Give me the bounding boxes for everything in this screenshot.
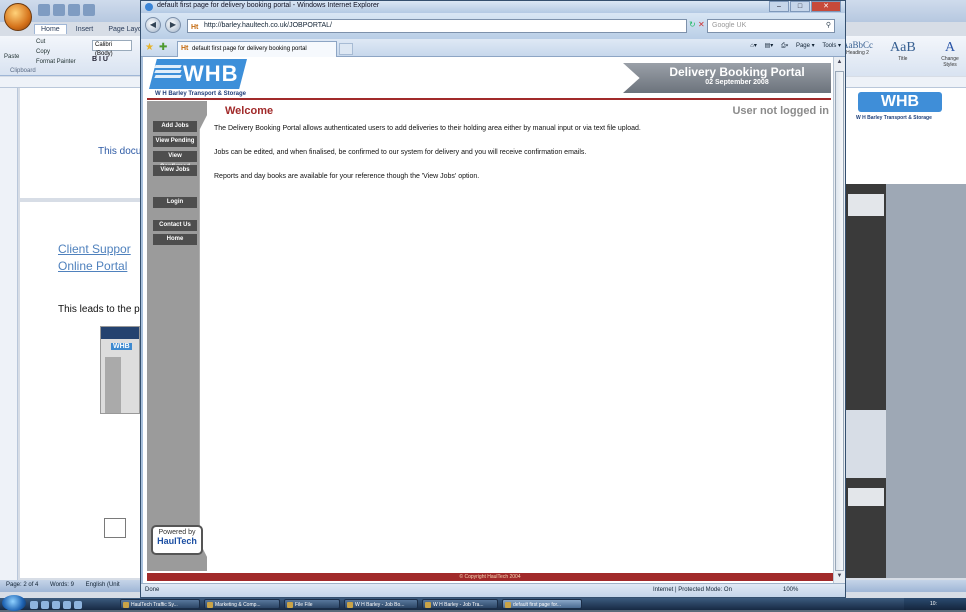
ie-statusbar: Done Internet | Protected Mode: On 100% (141, 583, 845, 597)
quick-launch (30, 600, 85, 612)
site-favicon-icon: Ht (191, 24, 199, 31)
forward-button[interactable]: ▶ (165, 17, 181, 33)
add-jobs-button[interactable]: Add Jobs (153, 121, 197, 132)
security-zone[interactable]: Internet | Protected Mode: On (653, 584, 732, 597)
scroll-thumb[interactable] (835, 71, 844, 571)
page-menu[interactable]: Page ▾ (796, 43, 815, 49)
clipboard-group-label: Clipboard (10, 68, 36, 74)
contact-us-button[interactable]: Contact Us (153, 220, 197, 231)
embedded-screenshot (846, 184, 886, 410)
new-tab-button[interactable] (339, 43, 353, 55)
intro-paragraph: Jobs can be edited, and when finalised, … (214, 149, 587, 156)
command-bar: ⌂▾ ▤▾ ⎙▾ Page ▾ Tools ▾ (744, 42, 841, 50)
intro-paragraph: The Delivery Booking Portal allows authe… (214, 125, 641, 132)
system-tray[interactable]: 10: (904, 598, 966, 610)
page-footer: © Copyright HaulTech 2004 (147, 573, 833, 581)
view-jobs-button[interactable]: View Jobs (153, 165, 197, 176)
tab-row: ★ ✚ Ht default first page for delivery b… (141, 39, 845, 57)
whb-logo: WHB (858, 92, 942, 112)
vertical-ruler (0, 88, 18, 580)
doc-heading-fragment: Client Suppor (58, 242, 131, 256)
view-confirmed-button[interactable]: View Confirmed (153, 151, 197, 170)
view-pending-button[interactable]: View Pending (153, 136, 197, 147)
style-title[interactable]: AaB Title (890, 40, 916, 62)
feeds-icon[interactable]: ▤▾ (765, 43, 774, 49)
taskbar-item[interactable]: W H Barley - Job Bo... (344, 599, 418, 609)
quick-access-toolbar[interactable] (38, 4, 128, 18)
close-button[interactable]: ✕ (811, 1, 841, 12)
language[interactable]: English (Unit (86, 582, 120, 588)
favorites-star-icon[interactable]: ★ (145, 42, 154, 53)
site-favicon-icon: Ht (181, 45, 189, 52)
add-favorites-icon[interactable]: ✚ (159, 42, 167, 53)
doc-background-area (886, 184, 966, 578)
url-text: http://barley.haultech.co.uk/JOBPORTAL/ (204, 22, 333, 29)
intro-paragraph: Reports and day books are available for … (214, 173, 480, 180)
powered-by-badge[interactable]: Powered by HaulTech (151, 525, 203, 555)
taskbar-item[interactable]: Marketing & Comp... (204, 599, 280, 609)
office-button[interactable] (4, 3, 32, 31)
change-styles-button[interactable]: A Change Styles (934, 40, 966, 68)
style-heading2[interactable]: AaBbCc Heading 2 (842, 40, 873, 56)
font-name-select[interactable]: Calibri (Body) (92, 40, 132, 57)
start-button[interactable] (2, 595, 26, 611)
doc-page (20, 88, 140, 198)
format-painter-button[interactable]: Format Painter (36, 59, 76, 65)
page-scrollbar[interactable]: ▲ ▼ (833, 57, 845, 583)
cut-button[interactable]: Cut (36, 39, 45, 45)
page-count[interactable]: Page: 2 of 4 (6, 582, 38, 588)
tab-insert[interactable]: Insert (70, 25, 100, 34)
tools-menu[interactable]: Tools ▾ (822, 43, 841, 49)
minimize-button[interactable]: – (769, 1, 789, 12)
word-count[interactable]: Words: 9 (50, 582, 74, 588)
doc-fragment: This docu (98, 146, 142, 157)
copy-button[interactable]: Copy (36, 49, 50, 55)
back-button[interactable]: ◀ (145, 17, 161, 33)
address-bar[interactable]: Ht http://barley.haultech.co.uk/JOBPORTA… (187, 19, 687, 33)
doc-text-fragment: This leads to the p (58, 304, 140, 315)
taskbar-item[interactable]: File File (284, 599, 340, 609)
styles-gallery: AaBbCc Heading 2 AaB Title A Change Styl… (838, 36, 966, 76)
web-page: WHB W H Barley Transport & Storage Deliv… (143, 57, 833, 583)
logo-subtitle: W H Barley Transport & Storage (155, 91, 247, 97)
logo-subtitle: W H Barley Transport & Storage (856, 115, 932, 121)
tab-home[interactable]: Home (34, 24, 67, 34)
header-divider (147, 98, 831, 100)
page-title: Welcome (225, 105, 274, 117)
home-icon[interactable]: ⌂▾ (750, 43, 757, 49)
scroll-up-icon[interactable]: ▲ (835, 59, 844, 69)
ie-window: default first page for delivery booking … (140, 0, 846, 598)
whb-logo[interactable]: WHB W H Barley Transport & Storage (149, 59, 249, 97)
zoom-level[interactable]: 100% (783, 584, 798, 597)
status-text: Done (145, 587, 160, 593)
login-button[interactable]: Login (153, 197, 197, 208)
scroll-down-icon[interactable]: ▼ (835, 573, 844, 583)
maximize-button[interactable]: □ (790, 1, 810, 12)
doc-heading-fragment: Online Portal (58, 259, 128, 273)
print-icon[interactable]: ⎙▾ (781, 43, 788, 49)
taskbar-item[interactable]: default first page for... (502, 599, 582, 609)
portal-title: Delivery Booking Portal (669, 65, 805, 79)
ie-icon (145, 3, 153, 11)
clock[interactable]: 10: (930, 601, 937, 607)
embedded-screenshot (846, 478, 886, 578)
ie-titlebar: default first page for delivery booking … (141, 1, 845, 13)
login-status: User not logged in (732, 105, 829, 117)
doc-screenshot-thumbnail: WHB (100, 326, 140, 414)
search-input[interactable]: Google UK ⚲ (707, 19, 835, 33)
taskbar: HaulTech Traffic Sy... Marketing & Comp.… (0, 595, 966, 612)
portal-date: 02 September 2008 (705, 79, 769, 86)
address-row: ◀ ▶ Ht http://barley.haultech.co.uk/JOBP… (141, 13, 845, 39)
taskbar-item[interactable]: HaulTech Traffic Sy... (120, 599, 200, 609)
browser-tab[interactable]: Ht default first page for delivery booki… (177, 41, 337, 57)
search-icon[interactable]: ⚲ (826, 20, 831, 32)
paste-button[interactable]: Paste (4, 54, 19, 60)
taskbar-item[interactable]: W H Barley - Job Tra... (422, 599, 498, 609)
ribbon-tabs: Home Insert Page Layout (34, 22, 154, 36)
doc-screenshot-thumbnail (104, 518, 126, 538)
window-title: default first page for delivery booking … (157, 2, 380, 9)
format-buttons[interactable]: B I U (92, 56, 108, 63)
home-button[interactable]: Home (153, 234, 197, 245)
